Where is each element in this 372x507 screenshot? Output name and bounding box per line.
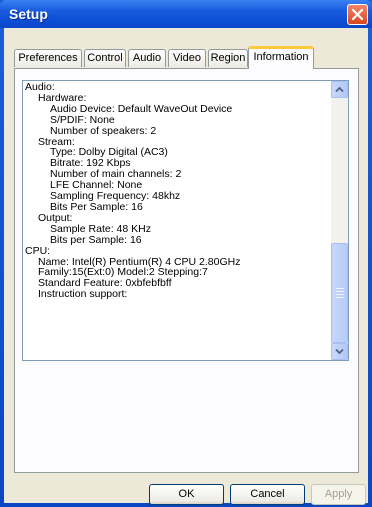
title-bar[interactable]: Setup (0, 0, 372, 28)
list-item: Instruction support: (38, 288, 128, 301)
tab-control[interactable]: Control (84, 49, 126, 67)
setup-window: Setup Preferences Control Audio Video Re… (0, 0, 372, 507)
tab-label: Audio (132, 52, 162, 64)
tab-information[interactable]: Information (248, 46, 314, 69)
window-title: Setup (9, 6, 48, 22)
ok-button[interactable]: OK (149, 484, 224, 505)
close-button[interactable] (347, 4, 368, 25)
tab-video[interactable]: Video (168, 49, 206, 67)
scroll-up-button[interactable] (331, 81, 348, 98)
list-item: Bits per Sample: 16 (50, 233, 142, 246)
scroll-down-button[interactable] (331, 343, 348, 360)
chevron-down-icon (335, 348, 344, 355)
dialog-client-area: Preferences Control Audio Video Region I… (4, 28, 368, 505)
close-icon (351, 8, 364, 21)
tab-label: Information (253, 51, 309, 63)
cancel-button[interactable]: Cancel (230, 484, 305, 505)
scroll-thumb[interactable] (331, 243, 348, 343)
apply-button[interactable]: Apply (311, 484, 366, 505)
info-lines: Audio: Hardware: Audio Device: Default W… (25, 82, 331, 300)
tab-audio[interactable]: Audio (128, 49, 166, 67)
tab-preferences[interactable]: Preferences (14, 49, 82, 67)
vertical-scrollbar[interactable] (331, 81, 348, 360)
tab-label: Control (87, 52, 123, 64)
list-item: CPU: (25, 244, 51, 257)
information-listbox[interactable]: Audio: Hardware: Audio Device: Default W… (22, 80, 349, 361)
chevron-up-icon (335, 86, 344, 93)
list-item: Number of speakers: 2 (50, 124, 157, 137)
tab-label: Preferences (18, 52, 78, 64)
tab-label: Region (210, 52, 246, 64)
tab-region[interactable]: Region (208, 49, 248, 67)
tab-label: Video (173, 52, 201, 64)
list-item: S/PDIF: None (50, 113, 115, 126)
tab-strip: Preferences Control Audio Video Region I… (14, 46, 364, 69)
